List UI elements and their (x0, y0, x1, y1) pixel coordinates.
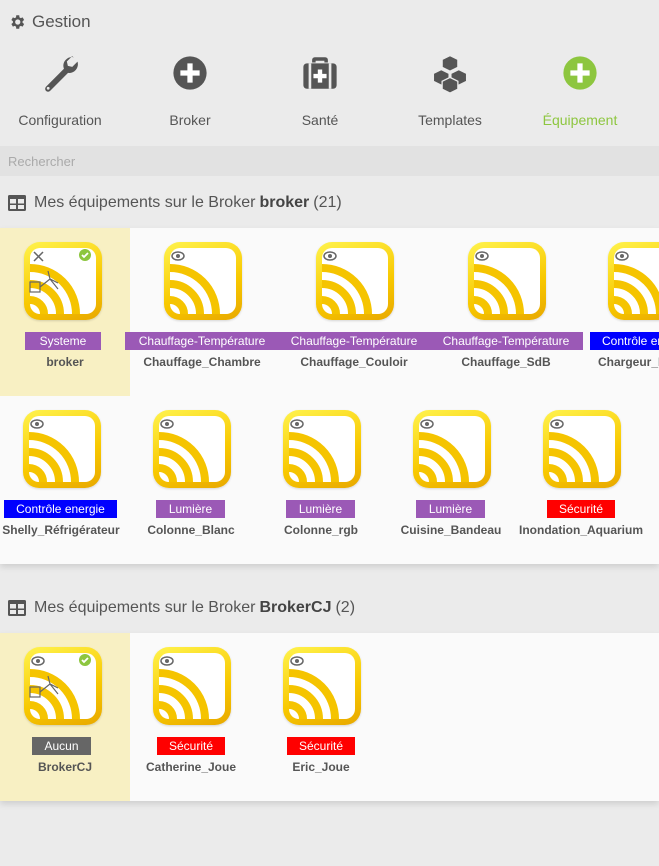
section-title-broker-name: BrokerCJ (259, 599, 332, 616)
equipment-name: BrokerCJ (37, 760, 93, 774)
broker-label: Broker (169, 112, 211, 128)
equipment-card[interactable]: Sécurité Catherine_Joue (126, 633, 256, 801)
section-title-prefix: Mes équipements sur le Broker (34, 599, 256, 616)
section-title-broker-name: broker (259, 194, 310, 211)
section-title-prefix: Mes équipements sur le Broker (34, 194, 256, 211)
equipment-name: Cuisine_Bandeau (400, 523, 502, 537)
sante-button[interactable]: Santé (255, 50, 385, 128)
category-badge: Sécurité (157, 737, 225, 755)
equipment-panel-brokercj: Aucun BrokerCJ Sécurité Catherine_Joue S… (0, 633, 659, 801)
mqtt-device-icon (283, 647, 361, 725)
sante-label: Santé (301, 112, 339, 128)
mqtt-device-icon (153, 410, 231, 488)
equipment-panel-broker: Systeme broker Chauffage-Température Cha… (0, 228, 659, 564)
category-badge: Lumière (416, 500, 485, 518)
templates-button[interactable]: Templates (385, 50, 515, 128)
mqtt-device-icon (283, 410, 361, 488)
section-title-brokercj: Mes équipements sur le Broker BrokerCJ (… (8, 596, 355, 620)
configuration-button[interactable]: Configuration (0, 50, 125, 128)
mqtt-device-icon (153, 647, 231, 725)
gestion-title: Gestion (32, 12, 91, 31)
equipment-card[interactable]: Chauffage-Température Chauffage_SdB (429, 228, 583, 396)
mqtt-device-icon (23, 410, 101, 488)
category-badge: Contrôle er (590, 332, 659, 350)
equipment-card[interactable]: Lumière Colonne_rgb (256, 396, 386, 564)
equipment-card[interactable]: Chauffage-Température Chauffage_Couloir (277, 228, 431, 396)
category-badge: Contrôle energie (4, 500, 117, 518)
category-badge: Sécurité (547, 500, 615, 518)
equipment-card[interactable]: Sécurité Eric_Joue (256, 633, 386, 801)
category-badge: Systeme (25, 332, 101, 350)
equipment-name: Inondation_Aquarium (519, 523, 643, 537)
category-badge: Chauffage-Température (277, 332, 431, 350)
category-badge: Aucun (32, 737, 91, 755)
equipment-name: Chauffage_SdB (461, 355, 551, 369)
equipment-card[interactable]: Lumière Colonne_Blanc (126, 396, 256, 564)
section-title-broker: Mes équipements sur le Broker broker (21… (8, 191, 342, 215)
section-title-count: (21) (313, 194, 342, 211)
wrench-icon (45, 56, 78, 92)
category-badge: Lumière (156, 500, 225, 518)
cubes-icon (432, 54, 468, 94)
equipment-name: Eric_Joue (292, 760, 350, 774)
equipment-name: Shelly_Réfrigérateur (2, 523, 120, 537)
configuration-label: Configuration (18, 112, 102, 128)
equipment-name: Colonne_Blanc (147, 523, 235, 537)
table-icon (8, 195, 26, 211)
mqtt-broker-icon (24, 242, 102, 320)
plus-circle-icon (563, 56, 597, 90)
search-input[interactable] (0, 146, 659, 176)
equipment-card[interactable]: Sécurité Inondation_Aquarium (516, 396, 646, 564)
mqtt-device-icon (316, 242, 394, 320)
category-badge: Chauffage-Température (429, 332, 583, 350)
category-badge: Chauffage-Température (125, 332, 279, 350)
gestion-actions: Configuration Broker Santé Templates Équ… (0, 50, 659, 134)
equipment-card[interactable]: Lumière Cuisine_Bandeau (386, 396, 516, 564)
equipment-name: Catherine_Joue (145, 760, 237, 774)
templates-label: Templates (418, 112, 482, 128)
medkit-icon (303, 57, 337, 89)
mqtt-device-icon (608, 242, 659, 320)
plus-circle-icon (173, 56, 207, 90)
mqtt-device-icon (413, 410, 491, 488)
mqtt-device-icon (543, 410, 621, 488)
equipment-card[interactable]: Chauffage-Température Chauffage_Chambre (125, 228, 279, 396)
mqtt-device-icon (468, 242, 546, 320)
category-badge: Lumière (286, 500, 355, 518)
mqtt-device-icon (164, 242, 242, 320)
mqtt-broker-icon (24, 647, 102, 725)
equipment-card[interactable]: Systeme broker (0, 228, 130, 396)
gestion-header: Gestion (8, 11, 91, 33)
table-icon (8, 600, 26, 616)
equipment-name: Chargeur_B (598, 355, 659, 369)
equipment-name: Chauffage_Couloir (300, 355, 408, 369)
equipement-label: Équipement (542, 112, 618, 128)
equipment-name: broker (46, 355, 84, 369)
add-equipement-button[interactable]: Équipement (515, 50, 645, 128)
equipment-name: Colonne_rgb (284, 523, 358, 537)
broker-button[interactable]: Broker (125, 50, 255, 128)
gear-icon (11, 15, 25, 29)
equipment-card[interactable]: Contrôle er Chargeur_B (581, 228, 659, 396)
equipment-name: Chauffage_Chambre (143, 355, 261, 369)
category-badge: Sécurité (287, 737, 355, 755)
section-title-count: (2) (335, 599, 356, 616)
equipment-card[interactable]: Aucun BrokerCJ (0, 633, 130, 801)
equipment-card[interactable]: Contrôle energie Shelly_Réfrigérateur (0, 396, 126, 564)
